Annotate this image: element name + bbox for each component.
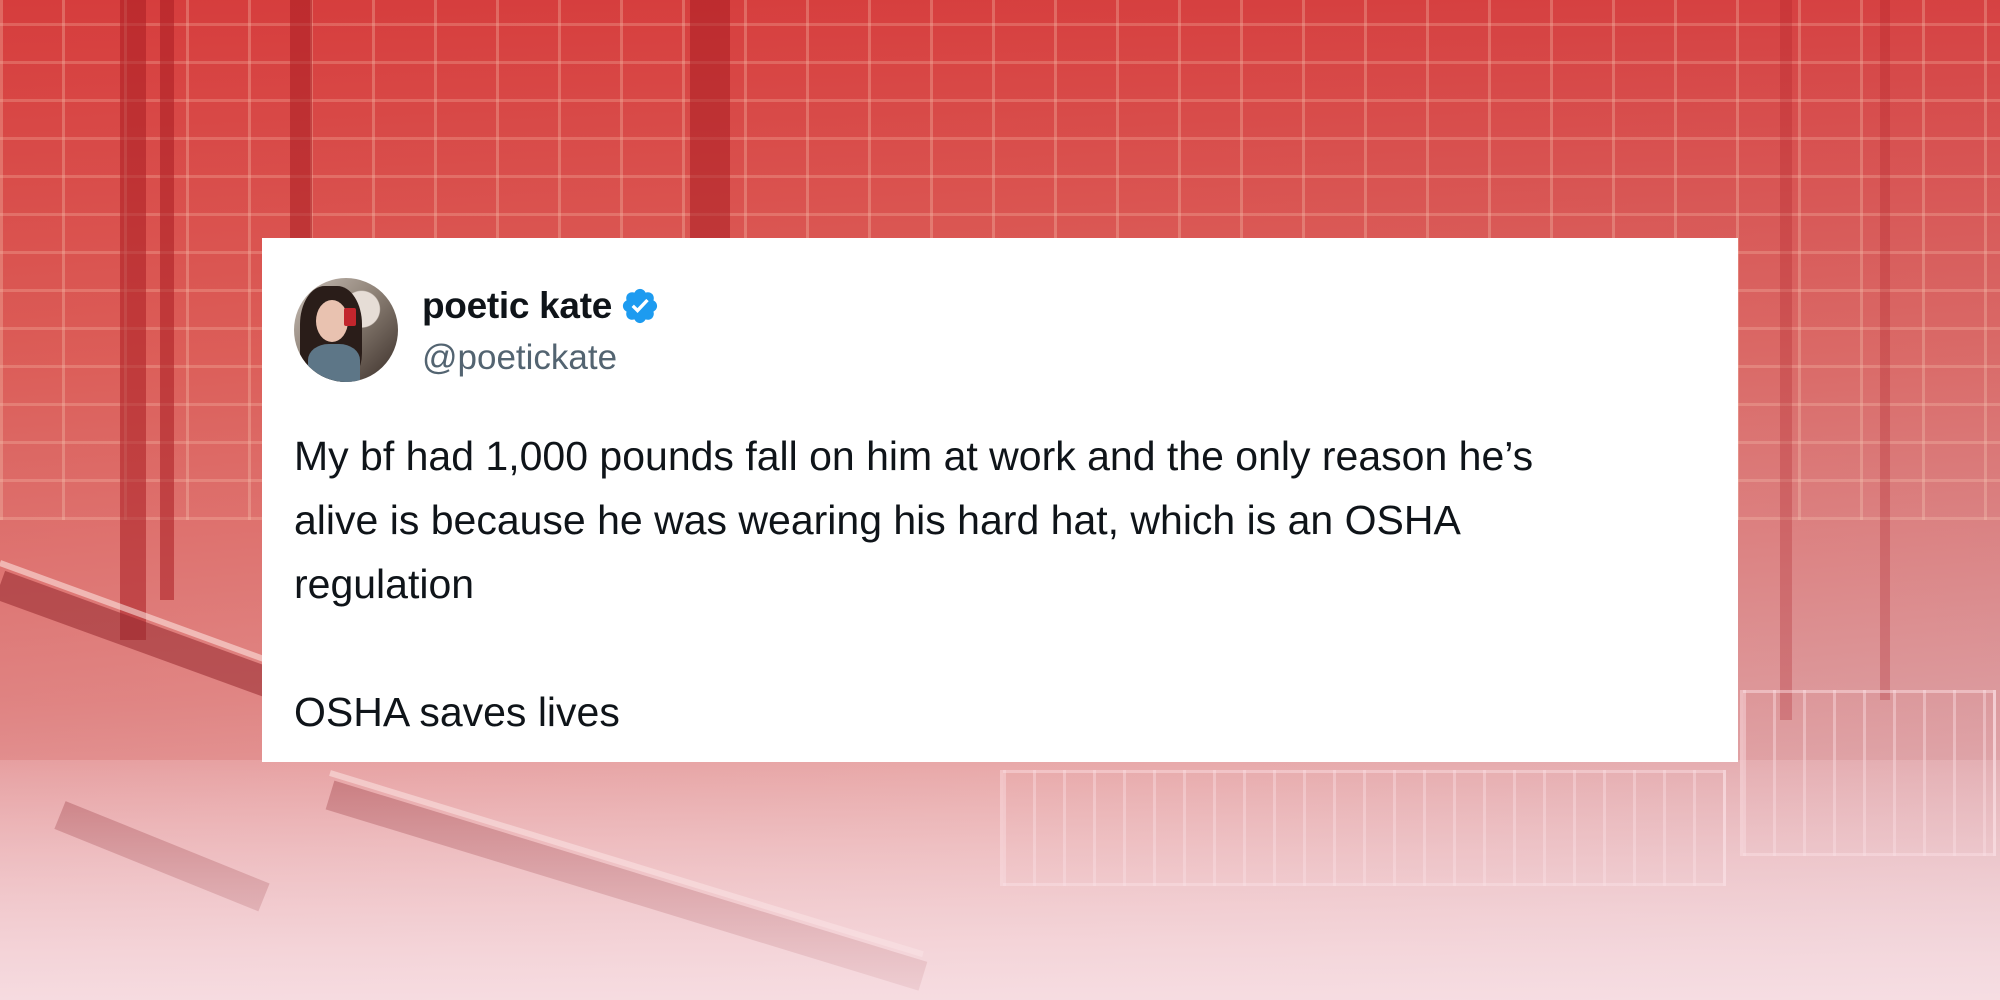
tweet-body: My bf had 1,000 pounds fall on him at wo… <box>294 424 1714 744</box>
tweet-text-paragraph: OSHA saves lives <box>294 689 620 735</box>
verified-badge-icon <box>622 288 658 324</box>
warehouse-floor <box>0 760 2000 1000</box>
tweet-card: poetic kate @poetickate My bf had 1,000 … <box>262 238 1738 762</box>
tweet-text-paragraph: My bf had 1,000 pounds fall on him at wo… <box>294 433 1534 607</box>
pillar <box>120 0 146 640</box>
pillar <box>1780 0 1792 720</box>
author-row: poetic kate <box>422 282 660 330</box>
author-handle[interactable]: @poetickate <box>422 338 617 378</box>
pillar <box>160 0 174 600</box>
pillar <box>1880 0 1890 700</box>
avatar-phone <box>344 308 356 326</box>
pillar <box>290 0 312 260</box>
author-name[interactable]: poetic kate <box>422 285 612 327</box>
pillar <box>690 0 730 240</box>
avatar[interactable] <box>294 278 398 382</box>
avatar-clothing <box>308 344 360 382</box>
